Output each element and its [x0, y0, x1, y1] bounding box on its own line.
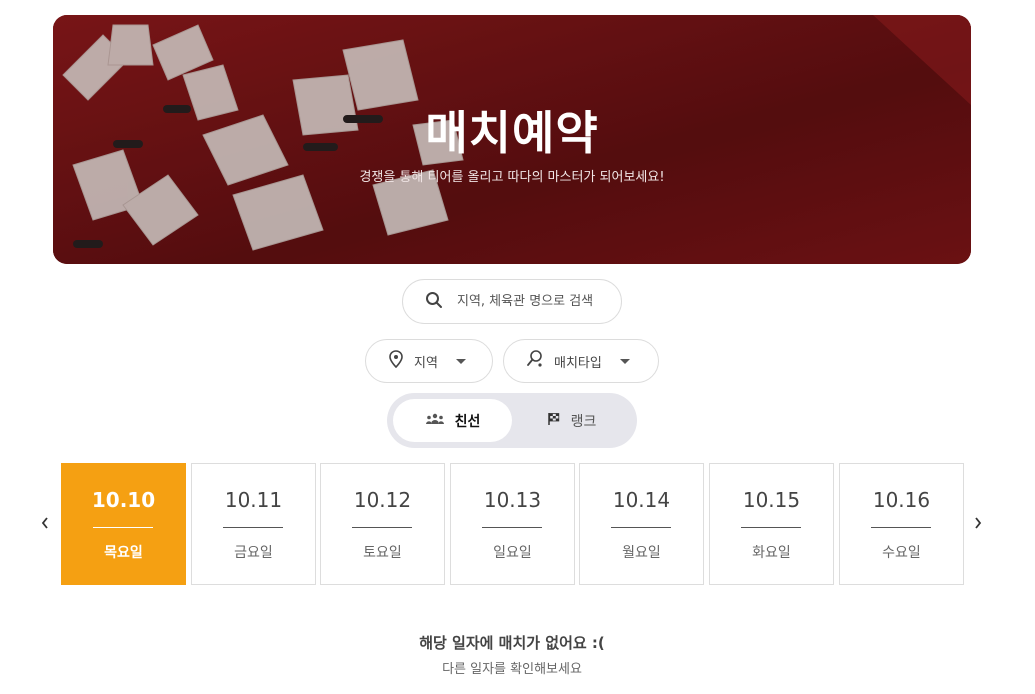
date-number: 10.10 — [91, 488, 156, 512]
day-of-week: 화요일 — [752, 545, 791, 561]
divider — [611, 527, 671, 528]
toggle-option-label: 랭크 — [570, 413, 597, 430]
chevron-right-icon — [975, 517, 982, 529]
hero-banner: 매치예약 경쟁을 통해 티어를 올리고 따다의 마스터가 되어보세요! — [53, 15, 971, 264]
next-dates-button[interactable] — [970, 511, 986, 535]
chevron-down-icon — [619, 358, 630, 364]
day-of-week: 토요일 — [363, 545, 402, 561]
empty-state-title: 해당 일자에 매치가 없어요 :( — [419, 634, 605, 652]
search-bar[interactable] — [402, 279, 622, 324]
map-pin-icon — [388, 350, 404, 372]
day-of-week: 일요일 — [493, 545, 532, 561]
match-type-filter-dropdown[interactable]: 매치타입 — [503, 339, 659, 383]
divider — [223, 527, 283, 528]
divider — [871, 527, 931, 528]
divider — [352, 527, 412, 528]
date-number: 10.13 — [483, 488, 542, 512]
previous-dates-button[interactable] — [37, 511, 53, 535]
date-card[interactable]: 10.12 토요일 — [320, 463, 445, 585]
page-title: 매치예약 — [425, 106, 599, 160]
empty-state-subtitle: 다른 일자를 확인해보세요 — [442, 662, 582, 677]
search-icon — [425, 291, 443, 313]
divider — [482, 527, 542, 528]
date-card[interactable]: 10.14 월요일 — [579, 463, 704, 585]
toggle-option-friendly[interactable]: 친선 — [393, 399, 512, 442]
day-of-week: 목요일 — [104, 545, 143, 561]
badminton-racket-icon — [526, 350, 544, 372]
date-card[interactable]: 10.11 금요일 — [191, 463, 316, 585]
toggle-option-rank[interactable]: 랭크 — [512, 399, 631, 442]
date-card[interactable]: 10.13 일요일 — [450, 463, 575, 585]
banner-subtitle: 경쟁을 통해 티어를 올리고 따다의 마스터가 되어보세요! — [359, 170, 665, 185]
checkered-flag-icon — [547, 412, 561, 430]
day-of-week: 금요일 — [234, 545, 273, 561]
date-number: 10.16 — [872, 488, 931, 512]
date-number: 10.14 — [612, 488, 671, 512]
date-number: 10.15 — [742, 488, 801, 512]
search-input[interactable] — [457, 294, 617, 309]
region-filter-label: 지역 — [414, 355, 438, 371]
date-number: 10.12 — [353, 488, 412, 512]
match-type-filter-label: 매치타입 — [554, 355, 602, 371]
date-card[interactable]: 10.16 수요일 — [839, 463, 964, 585]
date-card[interactable]: 10.15 화요일 — [709, 463, 834, 585]
chevron-left-icon — [41, 517, 48, 529]
toggle-option-label: 친선 — [454, 413, 481, 430]
date-number: 10.11 — [224, 488, 283, 512]
divider — [93, 527, 153, 528]
date-card[interactable]: 10.10 목요일 — [61, 463, 186, 585]
day-of-week: 수요일 — [882, 545, 921, 561]
chevron-down-icon — [455, 358, 466, 364]
group-icon — [425, 413, 445, 429]
divider — [741, 527, 801, 528]
region-filter-dropdown[interactable]: 지역 — [365, 339, 493, 383]
day-of-week: 월요일 — [622, 545, 661, 561]
match-mode-toggle: 친선 랭크 — [387, 393, 637, 448]
